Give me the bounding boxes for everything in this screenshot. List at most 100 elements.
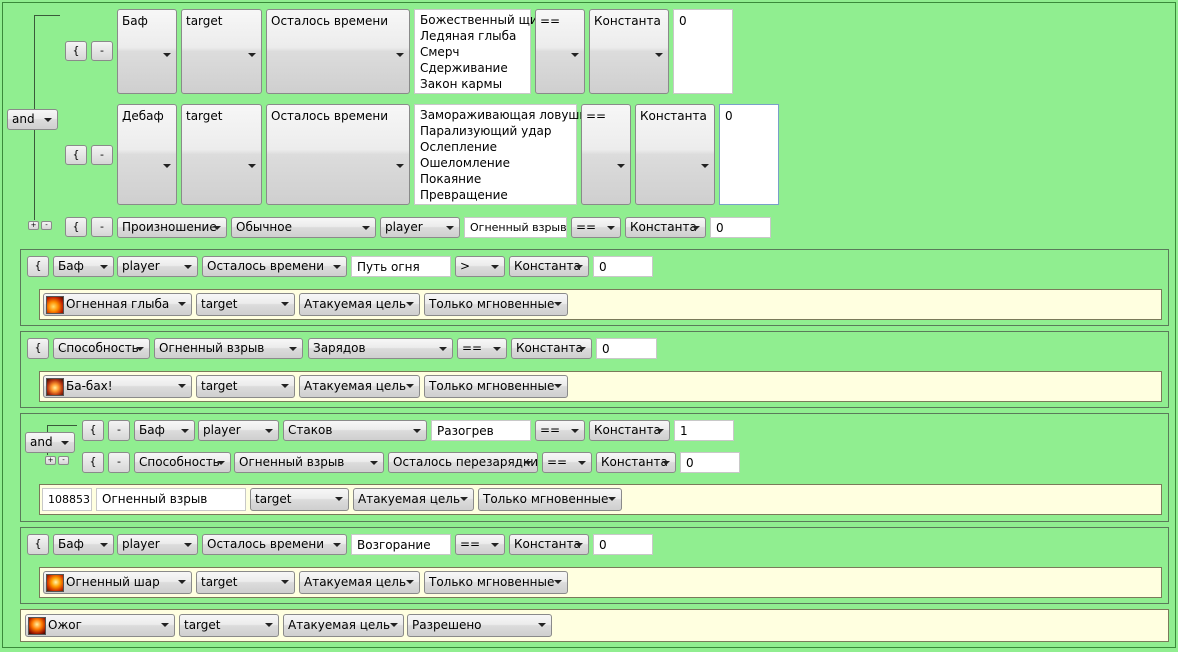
spell-input[interactable]: Возгорание xyxy=(351,534,451,555)
action-unit-select[interactable]: Атакуемая цель xyxy=(299,375,420,398)
group-brace-button[interactable]: { xyxy=(27,338,49,359)
action-target-select[interactable]: target xyxy=(196,375,295,398)
value-kind-select[interactable]: Константа xyxy=(509,256,589,277)
action-cast-select[interactable]: Только мгновенные xyxy=(424,375,568,398)
action-spell-select[interactable]: Ба-бах! xyxy=(43,375,192,398)
action-unit-select[interactable]: Атакуемая цель xyxy=(283,614,404,637)
condition-target-select[interactable]: target xyxy=(181,9,262,94)
spell-list-item[interactable]: Ослепление xyxy=(420,139,571,155)
action-spell-select[interactable]: Огненная глыба xyxy=(43,293,192,316)
logic-select[interactable]: and xyxy=(25,432,75,453)
condition-target-select[interactable]: player xyxy=(117,534,198,555)
value-input[interactable]: 0 xyxy=(710,217,771,238)
group-brace-button[interactable]: { xyxy=(65,217,87,237)
spell-list-item[interactable]: Божественный щит xyxy=(420,12,545,28)
logic-select[interactable]: and xyxy=(7,109,58,130)
group-brace-button[interactable]: { xyxy=(27,534,49,555)
value-kind-select[interactable]: Константа xyxy=(635,104,715,205)
spell-id-input[interactable]: 108853 xyxy=(42,488,92,511)
remove-condition-button[interactable]: - xyxy=(41,221,52,230)
spell-select[interactable]: Огненный взрыв xyxy=(234,452,384,473)
condition-param-select[interactable]: Осталось времени xyxy=(202,534,347,555)
remove-row-button[interactable]: - xyxy=(91,145,113,165)
action-cast-select[interactable]: Только мгновенные xyxy=(424,571,568,594)
action-unit-select[interactable]: Атакуемая цель xyxy=(299,571,420,594)
group-brace-button[interactable]: { xyxy=(65,41,87,61)
action-spell-input[interactable]: Огненный взрыв xyxy=(96,488,246,511)
value-input[interactable]: 0 xyxy=(673,9,733,94)
action-cast-select[interactable]: Только мгновенные xyxy=(478,488,622,511)
spell-list[interactable]: Божественный щит Ледяная глыба Смерч Сде… xyxy=(414,9,545,94)
condition-type-select[interactable]: Произношение xyxy=(117,217,227,238)
spell-list-item[interactable]: Превращение xyxy=(420,187,571,203)
group-brace-button[interactable]: { xyxy=(27,256,49,277)
spell-list-item[interactable]: Закон кармы xyxy=(420,76,525,92)
condition-param-select[interactable]: Осталось времени xyxy=(266,9,410,94)
condition-target-select[interactable]: target xyxy=(181,104,262,205)
spell-input[interactable]: Разогрев xyxy=(431,420,531,441)
remove-row-button[interactable]: - xyxy=(108,452,130,473)
value-kind-select[interactable]: Константа xyxy=(625,217,706,238)
add-condition-button[interactable]: + xyxy=(45,456,56,465)
condition-type-select[interactable]: Баф xyxy=(117,9,177,94)
remove-row-button[interactable]: - xyxy=(108,420,130,441)
action-target-select[interactable]: target xyxy=(179,614,279,637)
spell-list-item[interactable]: Покаяние xyxy=(420,171,571,187)
condition-target-select[interactable]: player xyxy=(380,217,460,238)
action-target-select[interactable]: target xyxy=(196,293,295,316)
condition-type-select[interactable]: Баф xyxy=(53,256,114,277)
spell-list-item[interactable]: Ошеломление xyxy=(420,155,571,171)
operator-select[interactable]: == xyxy=(457,338,507,359)
action-cast-select[interactable]: Только мгновенные xyxy=(424,293,568,316)
condition-type-select[interactable]: Дебаф xyxy=(117,104,177,205)
remove-condition-button[interactable]: - xyxy=(58,456,69,465)
spell-list-item[interactable]: Смерч xyxy=(420,44,525,60)
group-brace-button[interactable]: { xyxy=(82,452,104,473)
action-spell-select[interactable]: Ожог xyxy=(25,614,175,637)
operator-select[interactable]: == xyxy=(455,534,505,555)
condition-target-select[interactable]: player xyxy=(117,256,198,277)
value-kind-select[interactable]: Константа xyxy=(596,452,676,473)
spell-select[interactable]: Огненный взрыв xyxy=(154,338,303,359)
operator-select[interactable]: == xyxy=(535,420,585,441)
spell-list-item[interactable]: Парализующий удар xyxy=(420,123,571,139)
value-input[interactable]: 0 xyxy=(680,452,740,473)
condition-param-select[interactable]: Осталось времени xyxy=(202,256,347,277)
spell-list-item[interactable]: Замораживающая ловушка xyxy=(420,107,594,123)
condition-type-select[interactable]: Баф xyxy=(53,534,114,555)
value-input[interactable]: 0 xyxy=(596,338,657,359)
condition-param-select[interactable]: Осталось времени xyxy=(266,104,410,205)
operator-select[interactable]: == xyxy=(571,217,621,238)
value-input[interactable]: 0 xyxy=(593,534,653,555)
value-kind-select[interactable]: Константа xyxy=(589,420,670,441)
group-brace-button[interactable]: { xyxy=(65,145,87,165)
action-cast-select[interactable]: Разрешено xyxy=(407,614,552,637)
value-kind-select[interactable]: Константа xyxy=(511,338,592,359)
condition-param-select[interactable]: Стаков xyxy=(283,420,427,441)
condition-type-select[interactable]: Баф xyxy=(134,420,195,441)
action-unit-select[interactable]: Атакуемая цель xyxy=(353,488,474,511)
remove-row-button[interactable]: - xyxy=(91,217,113,237)
action-unit-select[interactable]: Атакуемая цель xyxy=(299,293,420,316)
operator-select[interactable]: == xyxy=(535,9,585,94)
spell-list-item[interactable]: Ледяная глыба xyxy=(420,28,525,44)
spell-list[interactable]: Замораживающая ловушка Парализующий удар… xyxy=(414,104,594,205)
condition-param-select[interactable]: Осталось перезарядки xyxy=(388,452,538,473)
value-kind-select[interactable]: Константа xyxy=(509,534,589,555)
operator-select[interactable]: > xyxy=(455,256,505,277)
cast-mode-select[interactable]: Обычное xyxy=(231,217,376,238)
action-target-select[interactable]: target xyxy=(250,488,349,511)
spell-input[interactable]: Путь огня xyxy=(351,256,451,277)
value-kind-select[interactable]: Константа xyxy=(589,9,669,94)
action-target-select[interactable]: target xyxy=(196,571,295,594)
value-input[interactable]: 1 xyxy=(674,420,734,441)
operator-select[interactable]: == xyxy=(542,452,592,473)
condition-param-select[interactable]: Зарядов xyxy=(308,338,453,359)
group-brace-button[interactable]: { xyxy=(82,420,104,441)
spell-input[interactable]: Огненный взрыв xyxy=(464,217,567,238)
spell-list-item[interactable]: Сдерживание xyxy=(420,60,525,76)
condition-type-select[interactable]: Способность xyxy=(53,338,150,359)
value-input[interactable]: 0 xyxy=(719,104,779,205)
action-spell-select[interactable]: Огненный шар xyxy=(43,571,192,594)
condition-target-select[interactable]: player xyxy=(198,420,279,441)
